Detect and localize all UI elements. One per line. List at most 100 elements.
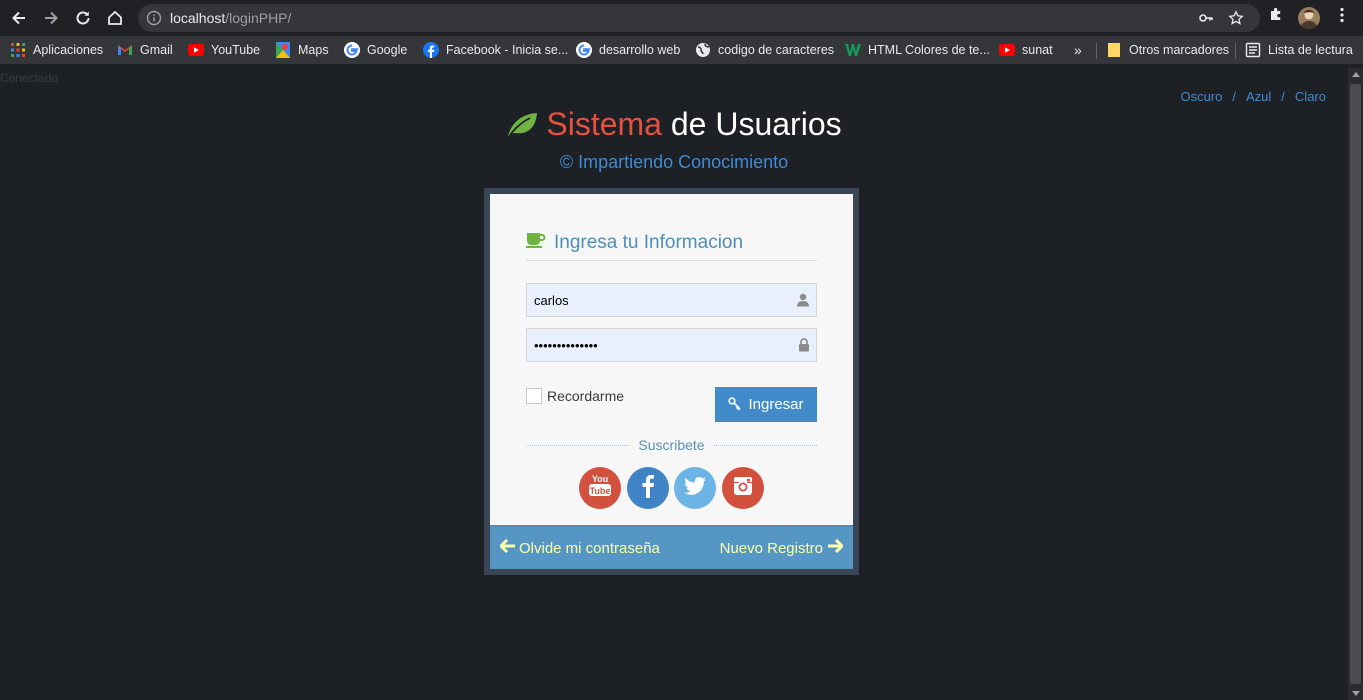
forward-arrow-icon[interactable] — [39, 6, 63, 30]
remember-me[interactable]: Recordarme — [526, 388, 624, 404]
facebook-icon — [641, 474, 655, 503]
bookmark-gmail[interactable]: Gmail — [117, 41, 173, 59]
remember-label: Recordarme — [547, 388, 625, 404]
login-box: Ingresa tu Informacion Recordarme — [484, 188, 859, 575]
w-icon — [845, 42, 861, 58]
facebook-button[interactable] — [627, 467, 669, 509]
register-label: Nuevo Registro — [719, 539, 823, 557]
theme-separator: / — [1232, 89, 1236, 104]
address-bar[interactable]: localhost/loginPHP/ — [138, 4, 1260, 32]
site-info-icon[interactable] — [146, 10, 162, 31]
form-title-text: Ingresa tu Informacion — [554, 232, 744, 253]
title-divider — [526, 260, 817, 261]
instagram-button[interactable] — [722, 467, 764, 509]
subscribe-heading: Suscribete — [490, 437, 853, 455]
instagram-icon — [733, 476, 753, 501]
bookmark-youtube[interactable]: YouTube — [188, 41, 260, 59]
star-icon[interactable] — [1228, 10, 1244, 31]
bookmark-otros-marcadores[interactable]: Otros marcadores — [1106, 41, 1229, 59]
bookmark-label: YouTube — [211, 43, 261, 57]
theme-claro-link[interactable]: Claro — [1295, 89, 1326, 104]
bookmarks-overflow-button[interactable]: » — [1074, 41, 1082, 59]
username-field[interactable] — [526, 283, 817, 317]
gmail-icon — [117, 42, 133, 58]
twitter-icon — [684, 476, 706, 500]
theme-azul-link[interactable]: Azul — [1246, 89, 1271, 104]
user-icon — [796, 293, 810, 312]
maps-icon — [275, 42, 291, 58]
bookmark-maps[interactable]: Maps — [275, 41, 329, 59]
bookmark-label: Lista de lectura — [1268, 43, 1353, 57]
bookmarks-separator — [1096, 43, 1097, 59]
password-field[interactable] — [526, 328, 817, 362]
theme-switcher: Oscuro / Azul / Claro — [1180, 89, 1326, 104]
key-icon[interactable] — [1198, 10, 1214, 31]
title-sistema: Sistema — [546, 106, 662, 142]
lock-icon — [798, 338, 810, 357]
bookmark-codigo-caracteres[interactable]: codigo de caracteres — [695, 41, 834, 59]
bookmark-html-colores[interactable]: HTML Colores de te... — [845, 41, 990, 59]
back-arrow-icon[interactable] — [7, 6, 31, 30]
remember-checkbox[interactable] — [526, 388, 542, 404]
menu-kebab-icon[interactable] — [1334, 6, 1350, 29]
browser-toolbar: localhost/loginPHP/ — [0, 0, 1363, 36]
bookmark-desarrollo-web[interactable]: desarrollo web — [576, 41, 680, 59]
reading-list-icon — [1245, 42, 1261, 58]
login-button[interactable]: Ingresar — [715, 387, 817, 422]
username-input[interactable] — [527, 284, 816, 316]
overflow-label: » — [1074, 42, 1082, 58]
bookmark-label: Facebook - Inicia se... — [446, 43, 569, 57]
google-icon — [344, 42, 360, 58]
bookmark-google[interactable]: Google — [344, 41, 407, 59]
facebook-icon — [423, 42, 439, 58]
forgot-password-label: Olvide mi contraseña — [519, 539, 660, 557]
password-input[interactable] — [527, 329, 816, 361]
forgot-password-link[interactable]: Olvide mi contraseña — [498, 538, 660, 557]
leaf-icon — [506, 109, 538, 146]
bookmark-label: Google — [367, 43, 408, 57]
reload-icon[interactable] — [71, 6, 95, 30]
title-usuarios: de Usuarios — [670, 106, 842, 142]
form-title: Ingresa tu Informacion — [526, 232, 743, 254]
bookmarks-bar: Aplicaciones Gmail YouTube Maps Google F… — [0, 36, 1363, 64]
svg-text:You: You — [592, 474, 608, 484]
scroll-down-arrow-icon[interactable] — [1352, 691, 1360, 696]
page-title: Sistema de Usuarios — [0, 106, 1348, 146]
apps-grid-icon — [10, 42, 26, 58]
url-path: /loginPHP/ — [225, 10, 292, 26]
extensions-icon[interactable] — [1268, 6, 1285, 28]
login-footer: Olvide mi contraseña Nuevo Registro — [490, 525, 853, 569]
bookmark-label: Aplicaciones — [33, 43, 104, 57]
url-host: localhost — [170, 10, 226, 26]
youtube-icon — [999, 42, 1015, 58]
coffee-cup-icon — [526, 232, 546, 254]
login-button-label: Ingresar — [748, 396, 804, 413]
bookmark-facebook[interactable]: Facebook - Inicia se... — [423, 41, 568, 59]
scroll-thumb[interactable] — [1350, 84, 1361, 684]
home-icon[interactable] — [103, 6, 127, 30]
youtube-icon: You Tube — [588, 473, 612, 504]
login-form: Ingresa tu Informacion Recordarme — [490, 194, 853, 525]
bookmark-label: sunat — [1022, 43, 1053, 57]
svg-text:Tube: Tube — [590, 486, 611, 496]
youtube-button[interactable]: You Tube — [579, 467, 621, 509]
page-subtitle: © Impartiendo Conocimiento — [559, 152, 789, 172]
url-text[interactable]: localhost/loginPHP/ — [170, 10, 291, 26]
twitter-button[interactable] — [674, 467, 716, 509]
scroll-up-arrow-icon[interactable] — [1352, 72, 1360, 77]
arrow-left-icon — [498, 538, 516, 557]
vertical-scrollbar[interactable] — [1348, 68, 1363, 700]
bookmark-label: HTML Colores de te... — [868, 43, 990, 57]
subscribe-label: Suscribete — [630, 437, 713, 453]
bookmark-label: codigo de caracteres — [718, 43, 835, 57]
theme-oscuro-link[interactable]: Oscuro — [1180, 89, 1222, 104]
bookmark-label: Gmail — [140, 43, 173, 57]
register-link[interactable]: Nuevo Registro — [719, 538, 845, 557]
folder-icon — [1106, 42, 1122, 58]
profile-avatar[interactable] — [1298, 7, 1320, 29]
reading-list-button[interactable]: Lista de lectura — [1245, 41, 1353, 59]
arrow-right-icon — [827, 538, 845, 557]
bookmark-label: Maps — [298, 43, 329, 57]
bookmark-aplicaciones[interactable]: Aplicaciones — [10, 41, 103, 59]
bookmark-sunat[interactable]: sunat — [999, 41, 1053, 59]
